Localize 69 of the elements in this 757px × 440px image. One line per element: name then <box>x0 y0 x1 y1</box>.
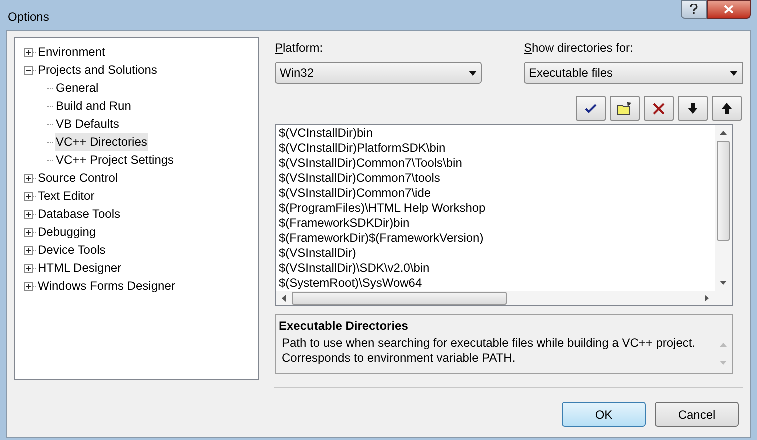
directory-entry[interactable]: $(VSInstallDir) <box>279 246 715 261</box>
expand-icon[interactable] <box>24 228 33 236</box>
dropdown-arrow-icon <box>730 70 738 76</box>
new-folder-icon <box>617 102 633 116</box>
directory-entry[interactable]: $(VSInstallDir)\SDK\v2.0\bin <box>279 261 715 276</box>
directory-entry[interactable]: $(FrameworkDir)$(FrameworkVersion) <box>279 231 715 246</box>
dialog-button[interactable]: Cancel <box>655 402 739 427</box>
window-title: Options <box>8 9 50 26</box>
expand-icon[interactable] <box>24 192 33 200</box>
directory-entry[interactable]: $(VCInstallDir)bin <box>279 126 715 141</box>
dialog-button[interactable]: OK <box>562 402 646 427</box>
scroll-up-icon <box>720 343 727 347</box>
scroll-down-icon <box>720 281 727 285</box>
tree-item[interactable]: Environment <box>37 43 106 61</box>
tree-item[interactable]: Windows Forms Designer <box>37 277 176 295</box>
directory-entry[interactable]: $(VSInstallDir)Common7\ide <box>279 186 715 201</box>
toolbar-button[interactable] <box>678 96 708 121</box>
delete-icon <box>653 102 665 114</box>
scrollbar-thumb[interactable] <box>292 292 507 304</box>
tree-item[interactable]: Text Editor <box>37 187 96 205</box>
help-icon <box>690 4 698 15</box>
tree-item[interactable]: VC++ Project Settings <box>55 151 176 169</box>
toolbar-button[interactable] <box>712 96 742 121</box>
show-directories-label: Show directories for: <box>524 40 634 57</box>
directory-entry[interactable]: $(VCInstallDir)PlatformSDK\bin <box>279 141 715 156</box>
checkmark-icon <box>585 104 597 114</box>
collapse-icon[interactable] <box>24 66 33 74</box>
expand-icon[interactable] <box>24 246 33 254</box>
toolbar-button[interactable] <box>610 96 640 121</box>
vertical-scrollbar[interactable] <box>715 125 732 291</box>
scroll-up-icon <box>720 131 727 135</box>
scroll-left-icon <box>282 294 286 302</box>
expand-icon[interactable] <box>24 264 33 272</box>
tree-item[interactable]: HTML Designer <box>37 259 123 277</box>
scrollbar-thumb[interactable] <box>717 141 730 241</box>
tree-item[interactable]: VC++ Directories <box>55 133 148 151</box>
dropdown-arrow-icon <box>469 70 477 76</box>
scroll-down-icon <box>720 361 727 365</box>
directory-entry[interactable]: $(VSInstallDir)Common7\tools <box>279 171 715 186</box>
tree-item[interactable]: VB Defaults <box>55 115 120 133</box>
description-text: Path to use when searching for executable files while building a VC++ project. Corresponds to environment variable PATH. <box>281 335 697 367</box>
arrow-down-icon <box>688 103 698 114</box>
tree-item[interactable]: Build and Run <box>55 97 132 115</box>
tree-item[interactable]: Database Tools <box>37 205 122 223</box>
directory-entry[interactable]: $(VSInstallDir)Common7\Tools\bin <box>279 156 715 171</box>
toolbar-button[interactable] <box>644 96 674 121</box>
tree-item[interactable]: Device Tools <box>37 241 107 259</box>
arrow-up-icon <box>722 103 732 114</box>
expand-icon[interactable] <box>24 48 33 56</box>
toolbar-button[interactable] <box>576 96 606 121</box>
horizontal-scrollbar[interactable] <box>276 291 732 305</box>
directory-entry[interactable]: $(FrameworkSDKDir)bin <box>279 216 715 231</box>
expand-icon[interactable] <box>24 210 33 218</box>
directory-entry[interactable]: $(ProgramFiles)\HTML Help Workshop <box>279 201 715 216</box>
tree-item[interactable]: Source Control <box>37 169 120 187</box>
tree-item[interactable]: Projects and Solutions <box>37 61 158 79</box>
platform-dropdown[interactable]: Win32 <box>275 62 482 84</box>
expand-icon[interactable] <box>24 174 33 182</box>
description-title: Executable Directories <box>279 318 410 335</box>
show-directories-dropdown[interactable]: Executable files <box>524 62 743 84</box>
scroll-right-icon <box>705 294 709 302</box>
tree-item[interactable]: Debugging <box>37 223 98 241</box>
help-button[interactable] <box>681 0 707 19</box>
close-button[interactable] <box>707 0 751 19</box>
close-icon <box>724 5 734 14</box>
directory-entry[interactable]: $(SystemRoot)\SysWow64 <box>279 276 715 291</box>
platform-label: Platform: <box>275 40 324 57</box>
tree-item[interactable]: General <box>55 79 100 97</box>
expand-icon[interactable] <box>24 282 33 290</box>
